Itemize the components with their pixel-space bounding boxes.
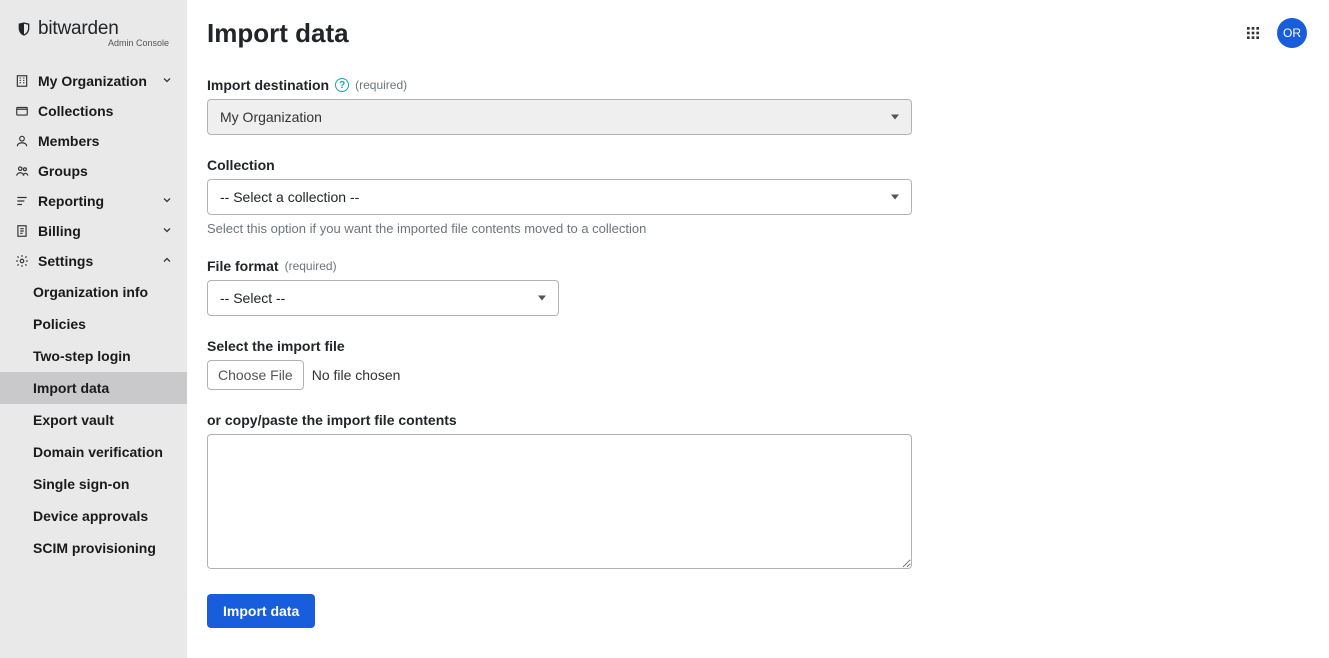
- sidebar-nav: My Organization Collections Members Grou…: [0, 66, 187, 276]
- sidebar-item-label: Groups: [38, 163, 88, 179]
- users-icon: [14, 163, 30, 179]
- field-file-format: File format (required) -- Select --: [207, 258, 1309, 316]
- chevron-down-icon: [161, 73, 173, 89]
- import-destination-select[interactable]: My Organization: [207, 99, 912, 135]
- select-value: -- Select --: [220, 290, 285, 306]
- required-indicator: (required): [355, 78, 407, 92]
- user-icon: [14, 133, 30, 149]
- subnav-device-approvals[interactable]: Device approvals: [0, 500, 187, 532]
- paste-label: or copy/paste the import file contents: [207, 412, 457, 428]
- paste-textarea[interactable]: [207, 434, 912, 569]
- subnav-import-data[interactable]: Import data: [0, 372, 187, 404]
- collection-select[interactable]: -- Select a collection --: [207, 179, 912, 215]
- chevron-up-icon: [161, 253, 173, 269]
- field-paste-contents: or copy/paste the import file contents: [207, 412, 1309, 572]
- subnav-scim-provisioning[interactable]: SCIM provisioning: [0, 532, 187, 564]
- brand-block: bitwarden Admin Console: [0, 18, 187, 56]
- chevron-down-icon: [161, 193, 173, 209]
- choose-file-button[interactable]: Choose File: [207, 360, 304, 390]
- field-select-file: Select the import file Choose File No fi…: [207, 338, 1309, 390]
- sidebar-item-label: Members: [38, 133, 99, 149]
- subnav-policies[interactable]: Policies: [0, 308, 187, 340]
- gear-icon: [14, 253, 30, 269]
- field-import-destination: Import destination ? (required) My Organ…: [207, 77, 1309, 135]
- sidebar-item-settings[interactable]: Settings: [0, 246, 187, 276]
- avatar[interactable]: OR: [1277, 18, 1307, 48]
- sidebar-item-groups[interactable]: Groups: [0, 156, 187, 186]
- sidebar-item-reporting[interactable]: Reporting: [0, 186, 187, 216]
- sidebar-item-label: Collections: [38, 103, 113, 119]
- file-format-select[interactable]: -- Select --: [207, 280, 559, 316]
- receipt-icon: [14, 223, 30, 239]
- select-value: My Organization: [220, 109, 322, 125]
- sidebar-item-billing[interactable]: Billing: [0, 216, 187, 246]
- main-content: OR Import data Import destination ? (req…: [187, 0, 1329, 658]
- brand-name: bitwarden: [38, 18, 119, 40]
- collection-helper-text: Select this option if you want the impor…: [207, 221, 1309, 236]
- sidebar-item-label: Reporting: [38, 193, 104, 209]
- subnav-organization-info[interactable]: Organization info: [0, 276, 187, 308]
- sidebar-item-label: Settings: [38, 253, 93, 269]
- chevron-down-icon: [161, 223, 173, 239]
- shield-logo-icon: [16, 21, 32, 37]
- file-format-label: File format: [207, 258, 279, 274]
- apps-grid-icon[interactable]: [1243, 23, 1263, 43]
- required-indicator: (required): [285, 259, 337, 273]
- select-value: -- Select a collection --: [220, 189, 359, 205]
- subnav-two-step-login[interactable]: Two-step login: [0, 340, 187, 372]
- import-destination-label: Import destination: [207, 77, 329, 93]
- building-icon: [14, 73, 30, 89]
- collection-label: Collection: [207, 157, 275, 173]
- sidebar-item-label: Billing: [38, 223, 81, 239]
- file-status-text: No file chosen: [312, 367, 401, 383]
- sidebar-item-collections[interactable]: Collections: [0, 96, 187, 126]
- subnav-domain-verification[interactable]: Domain verification: [0, 436, 187, 468]
- sidebar-item-members[interactable]: Members: [0, 126, 187, 156]
- topbar: OR: [1243, 18, 1307, 48]
- subnav-export-vault[interactable]: Export vault: [0, 404, 187, 436]
- field-collection: Collection -- Select a collection -- Sel…: [207, 157, 1309, 236]
- select-file-label: Select the import file: [207, 338, 345, 354]
- folder-icon: [14, 103, 30, 119]
- sidebar: bitwarden Admin Console My Organization …: [0, 0, 187, 658]
- settings-submenu: Organization info Policies Two-step logi…: [0, 276, 187, 564]
- import-data-button[interactable]: Import data: [207, 594, 315, 628]
- page-title: Import data: [207, 18, 1309, 49]
- sidebar-item-label: My Organization: [38, 73, 147, 89]
- subnav-single-sign-on[interactable]: Single sign-on: [0, 468, 187, 500]
- sidebar-item-my-organization[interactable]: My Organization: [0, 66, 187, 96]
- info-icon[interactable]: ?: [335, 78, 349, 92]
- bars-icon: [14, 193, 30, 209]
